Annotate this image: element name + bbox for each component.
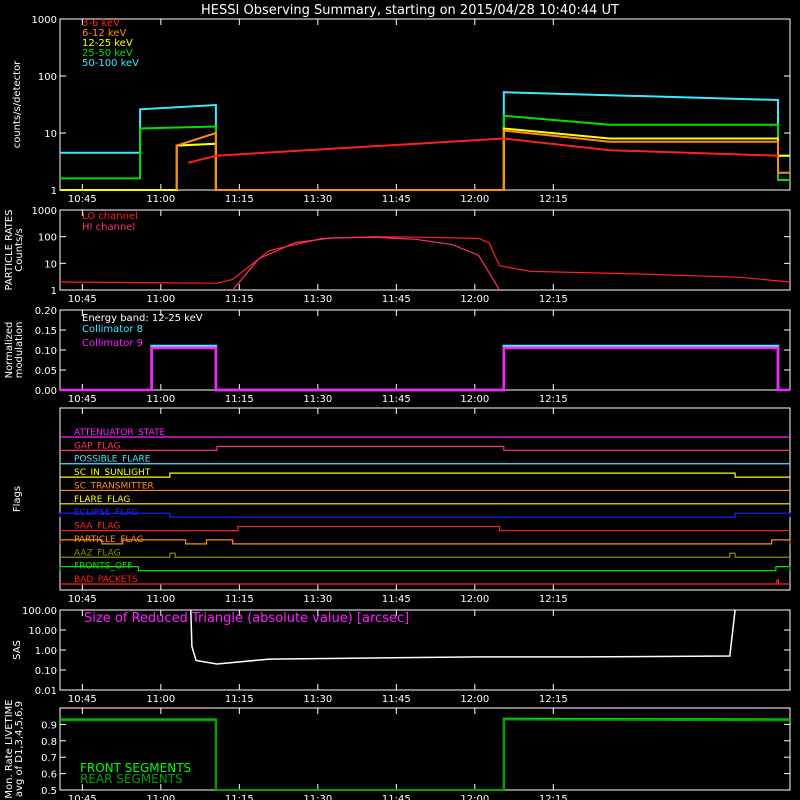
panel-1-legend-entry: HI channel	[82, 222, 135, 233]
panel-3-x-tick-label: 12:00	[460, 594, 489, 605]
panel-2-y-tick-label: 0.20	[35, 306, 57, 317]
panel-0-x-tick-label: 12:00	[460, 194, 489, 205]
panel-3-flag-label: GAP_FLAG	[74, 441, 120, 451]
panel-1-y-tick-label: 1000	[32, 206, 57, 217]
panel-4-y-tick-label: 0.01	[35, 686, 57, 697]
panel-2-y-tick-label: 0.15	[35, 326, 57, 337]
panel-1-legend-entry: LO channel	[82, 211, 138, 222]
panel-1-y-tick-label: 1	[51, 286, 57, 297]
panel-1-x-tick-label: 12:15	[539, 294, 568, 305]
chart-title: HESSI Observing Summary, starting on 201…	[201, 3, 619, 18]
panel-0-y-tick-label: 100	[38, 72, 57, 83]
observing-summary-chart: HESSI Observing Summary, starting on 201…	[0, 0, 800, 800]
panel-5-y-tick-label: 0.6	[41, 770, 57, 781]
panel-3-x-tick-label: 11:45	[382, 594, 411, 605]
panel-0-x-tick-label: 10:45	[68, 194, 97, 205]
panel-4-y-tick-label: 1.00	[35, 646, 57, 657]
panel-5-x-tick-label: 11:45	[382, 794, 411, 800]
panel-3-flag-label: PARTICLE_FLAG	[74, 535, 144, 545]
panel-0-y-tick-label: 10	[44, 129, 57, 140]
panel-2-y-tick-label: 0.00	[35, 386, 57, 397]
panel-4-annotation: Size of Reduced Triangle (absolute value…	[84, 611, 409, 626]
panel-1-y-tick-label: 10	[44, 259, 57, 270]
panel-3-flag-label: FRONTS_OFF	[74, 562, 132, 572]
panel-4-x-tick-label: 11:00	[146, 694, 175, 705]
panel-4-y-tick-label: 10.00	[28, 626, 57, 637]
panel-3-x-tick-label: 11:00	[146, 594, 175, 605]
panel-3-flag-label: POSSIBLE_FLARE	[74, 455, 151, 465]
panel-4-x-tick-label: 12:15	[539, 694, 568, 705]
panel-1-x-tick-label: 12:00	[460, 294, 489, 305]
panel-1-y-label: Counts/s	[14, 228, 25, 272]
panel-3-y-label: Flags	[12, 486, 23, 512]
panel-2-x-tick-label: 11:15	[225, 394, 254, 405]
panel-0-legend-entry: 50-100 keV	[82, 58, 139, 69]
panel-0-y-tick-label: 1	[51, 186, 57, 197]
panel-3-x-tick-label: 10:45	[68, 594, 97, 605]
panel-3-flag-label: FLARE_FLAG	[74, 495, 130, 505]
panel-1-y-tick-label: 100	[38, 233, 57, 244]
panel-4-y-label: SAS	[12, 640, 23, 660]
panel-1-x-tick-label: 11:00	[146, 294, 175, 305]
panel-4-x-tick-label: 10:45	[68, 694, 97, 705]
panel-2-legend-entry: Collimator 9	[82, 338, 143, 349]
panel-3-flag-label: BAD_PACKETS	[74, 575, 138, 585]
panel-3-flag-label: SC_TRANSMITTER	[74, 481, 154, 491]
panel-5-x-tick-label: 11:15	[225, 794, 254, 800]
panel-4-x-tick-label: 11:45	[382, 694, 411, 705]
panel-0-x-tick-label: 11:15	[225, 194, 254, 205]
panel-0-x-tick-label: 11:45	[382, 194, 411, 205]
panel-5-y-tick-label: 0.8	[41, 737, 57, 748]
panel-5-x-tick-label: 11:30	[303, 794, 332, 800]
panel-2-y-label: modulation	[14, 322, 25, 379]
panel-1-x-tick-label: 10:45	[68, 294, 97, 305]
panel-5-y-tick-label: 0.5	[41, 786, 57, 797]
panel-2-annotation: Energy band: 12-25 keV	[82, 313, 203, 324]
panel-5-x-tick-label: 12:00	[460, 794, 489, 800]
panel-2-x-tick-label: 10:45	[68, 394, 97, 405]
panel-2-y-tick-label: 0.10	[35, 346, 57, 357]
panel-2-y-tick-label: 0.05	[35, 366, 57, 377]
panel-5-y-label: avg of D1,3,4,5,6,9	[14, 701, 25, 797]
panel-3-flag-label: ATTENUATOR_STATE	[74, 428, 166, 438]
panel-4-y-tick-label: 100.00	[22, 606, 57, 617]
panel-2-x-tick-label: 11:45	[382, 394, 411, 405]
panel-1-x-tick-label: 11:15	[225, 294, 254, 305]
panel-3-x-tick-label: 11:30	[303, 594, 332, 605]
panel-5-x-tick-label: 10:45	[68, 794, 97, 800]
panel-4-x-tick-label: 12:00	[460, 694, 489, 705]
panel-1-x-tick-label: 11:45	[382, 294, 411, 305]
panel-5-y-tick-label: 0.9	[41, 720, 57, 731]
panel-2-x-tick-label: 11:00	[146, 394, 175, 405]
panel-3-flag-label: AAZ_FLAG	[74, 548, 121, 558]
panel-4-y-tick-label: 0.10	[35, 666, 57, 677]
panel-3-flag-label: ECLIPSE_FLAG	[74, 508, 138, 518]
panel-3-x-tick-label: 11:15	[225, 594, 254, 605]
panel-2-x-tick-label: 11:30	[303, 394, 332, 405]
panel-3-x-tick-label: 12:15	[539, 594, 568, 605]
panel-0-x-tick-label: 11:00	[146, 194, 175, 205]
panel-5-x-tick-label: 12:15	[539, 794, 568, 800]
panel-3-flag-label: SC_IN_SUNLIGHT	[74, 468, 151, 478]
panel-0-y-tick-label: 1000	[32, 15, 57, 26]
panel-2-x-tick-label: 12:00	[460, 394, 489, 405]
panel-0-y-label: counts/s/detector	[12, 60, 23, 148]
panel-5-legend-entry: REAR SEGMENTS	[80, 772, 183, 786]
panel-0-x-tick-label: 12:15	[539, 194, 568, 205]
panel-2-x-tick-label: 12:15	[539, 394, 568, 405]
panel-4-x-tick-label: 11:30	[303, 694, 332, 705]
panel-5-y-tick-label: 0.7	[41, 753, 57, 764]
panel-1-x-tick-label: 11:30	[303, 294, 332, 305]
panel-4-x-tick-label: 11:15	[225, 694, 254, 705]
panel-5-x-tick-label: 11:00	[146, 794, 175, 800]
panel-2-legend-entry: Collimator 8	[82, 324, 143, 335]
panel-3-flag-label: SAA_FLAG	[74, 522, 120, 532]
panel-0-x-tick-label: 11:30	[303, 194, 332, 205]
